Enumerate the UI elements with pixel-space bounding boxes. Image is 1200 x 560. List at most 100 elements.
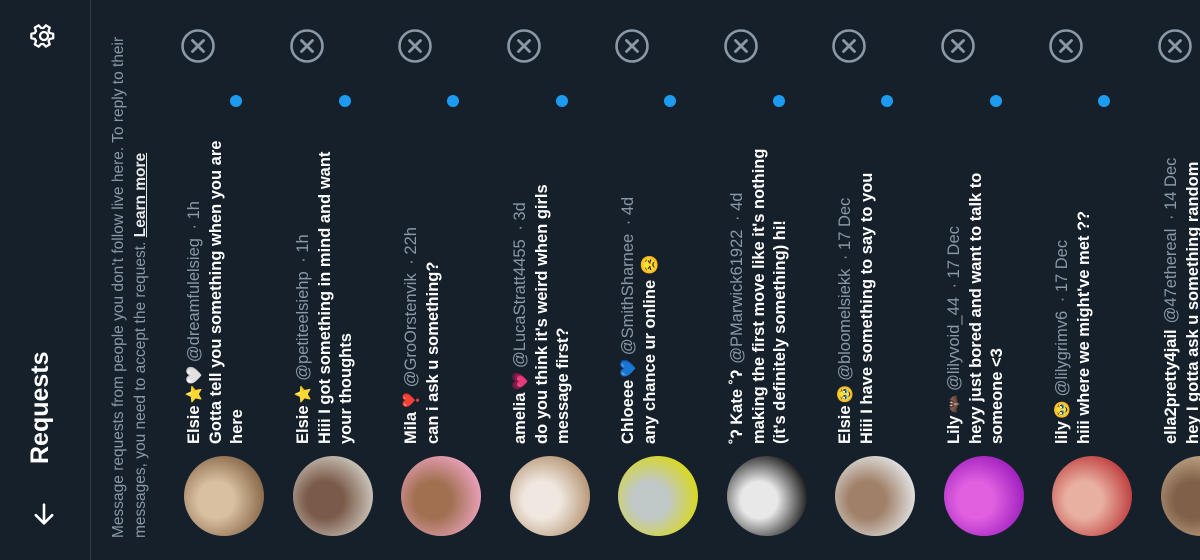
- request-header: Mila❣️ @GroOrstenvik · 22h: [401, 134, 422, 444]
- name-emoji: 💗: [510, 371, 529, 391]
- close-circle-icon: [289, 29, 324, 63]
- request-content: Chloeee💙 @SmithSharnee · 4d any chance ur…: [618, 134, 661, 444]
- avatar[interactable]: [292, 456, 373, 536]
- dismiss-button[interactable]: [831, 28, 867, 64]
- timestamp: · 17 Dec: [836, 197, 854, 261]
- dismiss-button[interactable]: [1048, 28, 1084, 64]
- back-button[interactable]: [20, 490, 68, 538]
- unread-dot: [338, 95, 351, 107]
- name-emoji: ⭐🤍: [185, 366, 203, 404]
- timestamp: · 14 Dec: [1161, 157, 1180, 221]
- timestamp: · 1h: [293, 234, 312, 263]
- dismiss-button[interactable]: [180, 28, 216, 64]
- request-item[interactable]: lily🥹 @lilygrimv6 · 17 Dec hiii where we …: [1046, 0, 1155, 560]
- request-header: Elsie⭐🤍 @dreamfulelsieg · 1h: [184, 134, 205, 444]
- avatar[interactable]: [1160, 456, 1200, 536]
- name-emoji: 🥹: [1053, 400, 1071, 420]
- request-item[interactable]: amelia💗 @LucaStratt4455 · 3d do you think…: [504, 0, 613, 560]
- dismiss-button[interactable]: [723, 28, 759, 64]
- dismiss-button[interactable]: [1157, 28, 1193, 64]
- message-preview: Gotta tell you something when you are he…: [207, 140, 246, 444]
- user-handle: @bloomelsiekk: [836, 268, 854, 381]
- name-emoji: 💙: [619, 359, 637, 378]
- dismiss-button[interactable]: [614, 28, 650, 64]
- request-header: amelia💗 @LucaStratt4455 · 3d: [510, 134, 531, 444]
- display-name: Elsie: [185, 405, 203, 444]
- dismiss-button[interactable]: [397, 28, 433, 64]
- request-item[interactable]: Lily🦇 @lilyvoid_44 · 17 Dec heyy just bor…: [938, 0, 1047, 560]
- unread-dot: [1098, 95, 1110, 107]
- close-circle-icon: [723, 29, 758, 63]
- close-circle-icon: [398, 29, 432, 63]
- display-name: Mila: [402, 411, 420, 444]
- unread-dot: [230, 95, 242, 107]
- timestamp: · 1h: [185, 201, 203, 230]
- user-handle: @lilyvoid_44: [944, 297, 963, 391]
- request-list: Elsie⭐🤍@dreamfulelsieg · 1h Gotta tell y…: [178, 0, 1200, 560]
- request-item[interactable]: Elsie⭐ @petiteelsiehp · 1h Hiii I got som…: [287, 0, 396, 560]
- request-header: lily🥹 @lilygrimv6 · 17 Dec: [1052, 134, 1073, 444]
- close-circle-icon: [832, 29, 866, 63]
- avatar[interactable]: [618, 456, 698, 536]
- unread-dot: [447, 95, 459, 107]
- settings-button[interactable]: [20, 12, 68, 60]
- close-circle-icon: [181, 29, 215, 63]
- request-content: Lily🦇 @lilyvoid_44 · 17 Dec heyy just bor…: [944, 134, 1008, 444]
- user-handle: @LucaStratt4455: [510, 239, 529, 368]
- request-content: Elsie⭐ @petiteelsiehp · 1h Hiii I got som…: [293, 134, 357, 444]
- unread-dot: [664, 95, 676, 107]
- user-handle: @47ethereal: [1161, 228, 1180, 324]
- display-name: Elsie: [836, 405, 854, 444]
- close-circle-icon: [1157, 29, 1192, 63]
- message-preview: do you think it's weird when girls messa…: [532, 184, 572, 444]
- request-header: ella2pretty4jail @47ethereal · 14 Dec: [1161, 134, 1182, 444]
- display-name: amelia: [510, 392, 529, 444]
- avatar[interactable]: [726, 456, 807, 536]
- avatar[interactable]: [835, 456, 915, 536]
- request-header: ˚ʔ Kate ˚ʔ @PMarwick61922 · 4d: [727, 134, 748, 444]
- request-content: amelia💗 @LucaStratt4455 · 3d do you think…: [510, 134, 574, 444]
- request-item[interactable]: ˚ʔ Kate ˚ʔ @PMarwick61922 · 4d making the…: [721, 0, 830, 560]
- dismiss-button[interactable]: [506, 28, 542, 64]
- learn-more-link[interactable]: Learn more: [132, 153, 149, 237]
- avatar[interactable]: [1052, 456, 1132, 536]
- request-item[interactable]: Mila❣️ @GroOrstenvik · 22h can i ask u so…: [395, 0, 504, 560]
- avatar[interactable]: [943, 456, 1024, 536]
- unread-dot: [989, 95, 1002, 107]
- avatar[interactable]: [509, 456, 590, 536]
- avatar[interactable]: [184, 456, 264, 536]
- display-name: ˚ʔ Kate ˚ʔ: [727, 369, 746, 444]
- message-preview: making the first move like it's nothing …: [749, 148, 789, 444]
- request-item[interactable]: ella2pretty4jail @47ethereal · 14 Dec hey…: [1155, 0, 1200, 560]
- user-handle: @PMarwick61922: [727, 229, 746, 364]
- dismiss-button[interactable]: [940, 28, 976, 64]
- request-content: Mila❣️ @GroOrstenvik · 22h can i ask u so…: [401, 134, 444, 444]
- screen: Requests Message requests from people yo…: [0, 0, 1200, 560]
- timestamp: · 4d: [727, 192, 746, 221]
- close-circle-icon: [506, 29, 541, 63]
- request-header: Elsie⭐ @petiteelsiehp · 1h: [293, 134, 314, 444]
- dismiss-button[interactable]: [289, 28, 325, 64]
- request-content: ella2pretty4jail @47ethereal · 14 Dec hey…: [1161, 134, 1200, 444]
- unread-dot: [555, 95, 568, 107]
- unread-dot: [881, 95, 893, 107]
- display-name: Elsie: [293, 405, 312, 444]
- header-bar: Requests: [0, 0, 91, 560]
- arrow-left-icon: [34, 503, 54, 525]
- name-emoji: ⭐: [293, 384, 312, 404]
- user-handle: @SmithSharnee: [619, 233, 637, 356]
- user-handle: @lilygrimv6: [1053, 310, 1071, 397]
- display-name: Lily: [944, 415, 963, 444]
- display-name: ella2pretty4jail: [1161, 329, 1180, 444]
- info-text: Message requests from people you don’t f…: [110, 36, 149, 538]
- request-content: ˚ʔ Kate ˚ʔ @PMarwick61922 · 4d making the…: [727, 134, 791, 444]
- requests-info: Message requests from people you don’t f…: [108, 18, 152, 538]
- request-item[interactable]: Elsie🥹 @bloomelsiekk · 17 Dec Hiii I have…: [829, 0, 938, 560]
- request-item[interactable]: Elsie⭐🤍 @dreamfulelsieg · 1h Gotta tell y…: [178, 0, 287, 560]
- close-circle-icon: [940, 29, 975, 63]
- timestamp: · 22h: [402, 227, 420, 265]
- close-circle-icon: [1049, 29, 1083, 63]
- avatar[interactable]: [401, 456, 481, 536]
- timestamp: · 17 Dec: [1053, 239, 1071, 303]
- request-item[interactable]: Chloeee💙 @SmithSharnee · 4d any chance ur…: [612, 0, 721, 560]
